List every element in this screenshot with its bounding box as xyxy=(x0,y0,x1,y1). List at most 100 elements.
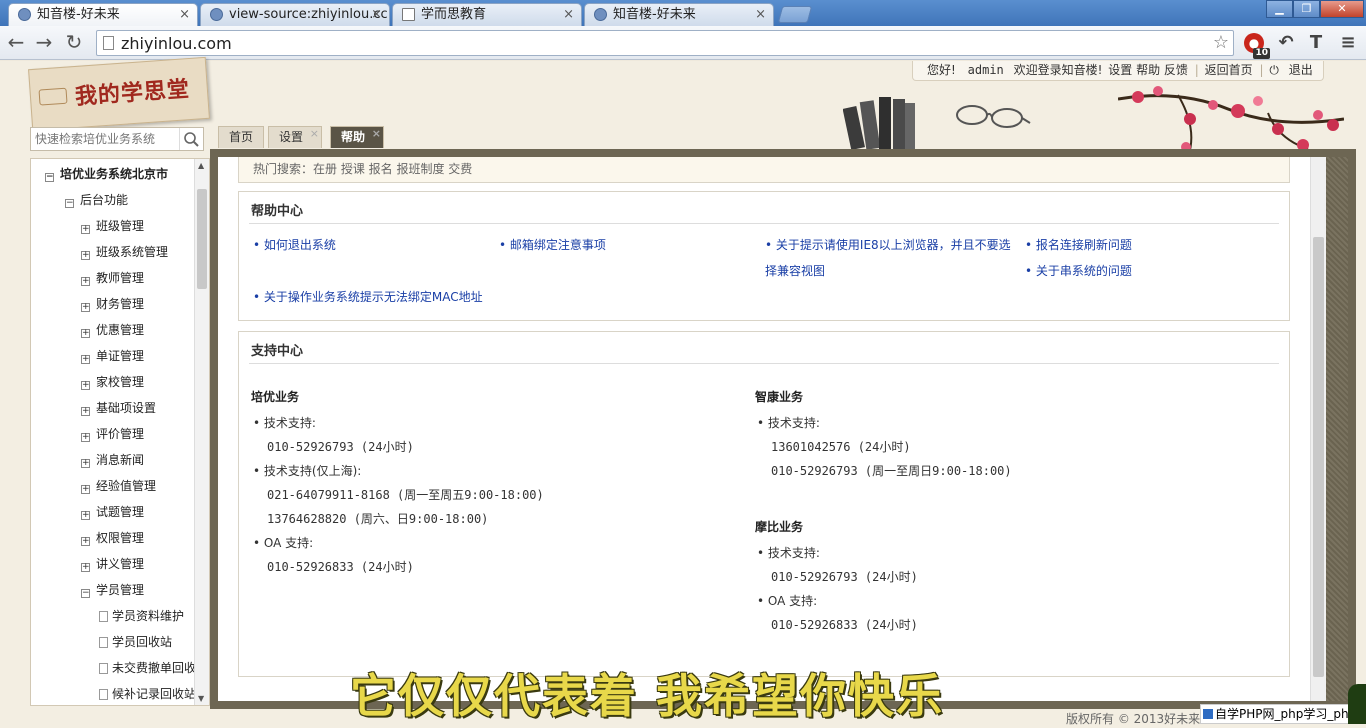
scroll-down-icon[interactable]: ▼ xyxy=(198,694,204,703)
back-arrow-icon[interactable]: ← xyxy=(4,31,28,55)
bookmark-star-icon[interactable]: ☆ xyxy=(1213,32,1229,53)
tree-item[interactable]: + 讲义管理 xyxy=(81,555,144,573)
settings-link[interactable]: 设置 xyxy=(1108,63,1132,77)
expand-icon[interactable]: + xyxy=(81,459,90,468)
power-icon[interactable]: ⏻ xyxy=(1269,63,1279,77)
tree-item[interactable]: + 单证管理 xyxy=(81,347,144,365)
forward-arrow-icon[interactable]: → xyxy=(32,31,56,55)
greeting-text: 您好! xyxy=(927,63,956,77)
extension-undo-icon[interactable]: ↶ xyxy=(1274,31,1298,55)
extension-text-icon[interactable]: T xyxy=(1304,31,1328,55)
help-link-ie8[interactable]: 关于提示请使用IE8以上浏览器，并且不要选 xyxy=(765,236,1011,253)
browser-tab-label: view-source:zhiyinlou.cc xyxy=(229,7,388,22)
expand-icon[interactable]: + xyxy=(81,251,90,260)
close-tab-icon[interactable]: × xyxy=(755,4,766,25)
expand-icon[interactable]: + xyxy=(81,355,90,364)
tree-leaf[interactable]: 未交费撤单回收 xyxy=(99,659,196,677)
expand-icon[interactable]: + xyxy=(81,277,90,286)
tree-item[interactable]: + 经验值管理 xyxy=(81,477,156,495)
tree-item[interactable]: + 优惠管理 xyxy=(81,321,144,339)
browser-tab[interactable]: view-source:zhiyinlou.cc × xyxy=(200,3,390,26)
help-link-email[interactable]: 邮箱绑定注意事项 xyxy=(499,236,606,253)
tree-item[interactable]: + 评价管理 xyxy=(81,425,144,443)
collapse-icon[interactable]: − xyxy=(65,199,74,208)
help-link-refresh[interactable]: 报名连接刷新问题 xyxy=(1025,236,1132,253)
reload-icon[interactable]: ↻ xyxy=(62,31,86,55)
tree-item-label: 班级系统管理 xyxy=(96,245,169,259)
tree-item[interactable]: + 基础项设置 xyxy=(81,399,156,417)
page-favicon-icon xyxy=(210,8,223,21)
search-input[interactable] xyxy=(35,131,175,147)
tree-leaf[interactable]: 候补记录回收站 xyxy=(99,685,196,703)
browser-tab-strip: 知音楼-好未来 × view-source:zhiyinlou.cc × 学而思… xyxy=(0,0,1366,26)
plum-blossom-illustration xyxy=(1118,86,1344,158)
help-link-ie8-cont[interactable]: 择兼容视图 xyxy=(765,262,825,279)
sidebar-scrollbar[interactable]: ▲ ▼ xyxy=(194,159,209,705)
expand-icon[interactable]: + xyxy=(81,511,90,520)
help-link[interactable]: 帮助 xyxy=(1136,63,1160,77)
tree-item[interactable]: + 权限管理 xyxy=(81,529,144,547)
tree-item-label: 单证管理 xyxy=(96,349,145,363)
expand-icon[interactable]: + xyxy=(81,407,90,416)
expand-icon[interactable]: + xyxy=(81,563,90,572)
tree-root[interactable]: − 培优业务系统北京市 xyxy=(45,165,168,183)
help-link-logout[interactable]: 如何退出系统 xyxy=(253,236,336,253)
peiyou-title: 培优业务 xyxy=(251,390,300,404)
logout-link[interactable]: 退出 xyxy=(1289,63,1313,77)
new-tab-button[interactable] xyxy=(777,6,813,23)
support-center-panel: 支持中心 培优业务 技术支持: 010-52926793 (24小时) 技术支持… xyxy=(238,331,1290,677)
close-window-button[interactable]: ✕ xyxy=(1320,0,1364,18)
help-link-crosssystem[interactable]: 关于串系统的问题 xyxy=(1025,262,1132,279)
tree-leaf[interactable]: 学员回收站 xyxy=(99,633,172,651)
divider: | xyxy=(1194,63,1199,77)
expand-icon[interactable]: + xyxy=(81,537,90,546)
tree-item[interactable]: + 班级管理 xyxy=(81,217,144,235)
tab-settings[interactable]: 设置 × xyxy=(268,126,322,148)
close-tab-icon[interactable]: × xyxy=(563,4,574,25)
tree-item[interactable]: + 财务管理 xyxy=(81,295,144,313)
collapse-icon[interactable]: − xyxy=(81,589,90,598)
extension-stop-icon[interactable]: ● 10 xyxy=(1244,33,1270,59)
content-scrollbar[interactable] xyxy=(1310,157,1326,701)
support-phone: 13764628820 (周六、日9:00-18:00) xyxy=(267,512,489,526)
tree-item[interactable]: − 学员管理 xyxy=(81,581,144,599)
help-link-mac[interactable]: 关于操作业务系统提示无法绑定MAC地址 xyxy=(253,288,483,305)
feedback-link[interactable]: 反馈 xyxy=(1164,63,1188,77)
tree-item[interactable]: + 家校管理 xyxy=(81,373,144,391)
tree-item[interactable]: + 消息新闻 xyxy=(81,451,144,469)
browser-tab[interactable]: 知音楼-好未来 × xyxy=(8,3,198,26)
browser-tab[interactable]: 学而思教育 × xyxy=(392,3,582,26)
browser-tab[interactable]: 知音楼-好未来 × xyxy=(584,3,774,26)
tree-item[interactable]: + 教师管理 xyxy=(81,269,144,287)
expand-icon[interactable]: + xyxy=(81,329,90,338)
tree-leaf[interactable]: 学员资料维护 xyxy=(99,607,184,625)
close-tab-icon[interactable]: × xyxy=(179,4,190,25)
expand-icon[interactable]: + xyxy=(81,485,90,494)
expand-icon[interactable]: + xyxy=(81,433,90,442)
tree-item-label: 优惠管理 xyxy=(96,323,145,337)
scrollbar-thumb[interactable] xyxy=(197,189,207,289)
expand-icon[interactable]: + xyxy=(81,303,90,312)
scroll-up-icon[interactable]: ▲ xyxy=(198,161,204,170)
expand-icon[interactable]: + xyxy=(81,225,90,234)
scrollbar-thumb[interactable] xyxy=(1313,237,1324,677)
site-logo: 我的学思堂 xyxy=(28,56,210,132)
tab-help[interactable]: 帮助 × xyxy=(330,126,384,148)
support-label: 技术支持(仅上海): xyxy=(253,462,361,479)
collapse-icon[interactable]: − xyxy=(45,173,54,182)
close-tab-icon[interactable]: × xyxy=(371,4,382,25)
maximize-button[interactable]: ❐ xyxy=(1293,0,1320,18)
tree-item[interactable]: + 试题管理 xyxy=(81,503,144,521)
tree-group[interactable]: − 后台功能 xyxy=(65,191,128,209)
expand-icon[interactable]: + xyxy=(81,381,90,390)
back-home-link[interactable]: 返回首页 xyxy=(1205,63,1253,77)
close-icon[interactable]: × xyxy=(372,123,381,144)
tab-home[interactable]: 首页 xyxy=(218,126,265,148)
minimize-button[interactable]: ▁ xyxy=(1266,0,1293,18)
address-bar[interactable]: zhiyinlou.com ☆ xyxy=(96,30,1234,56)
close-icon[interactable]: × xyxy=(310,123,319,144)
search-button[interactable] xyxy=(179,128,203,150)
support-label: OA 支持: xyxy=(757,592,817,609)
menu-icon[interactable]: ≡ xyxy=(1336,31,1360,55)
tree-item[interactable]: + 班级系统管理 xyxy=(81,243,168,261)
